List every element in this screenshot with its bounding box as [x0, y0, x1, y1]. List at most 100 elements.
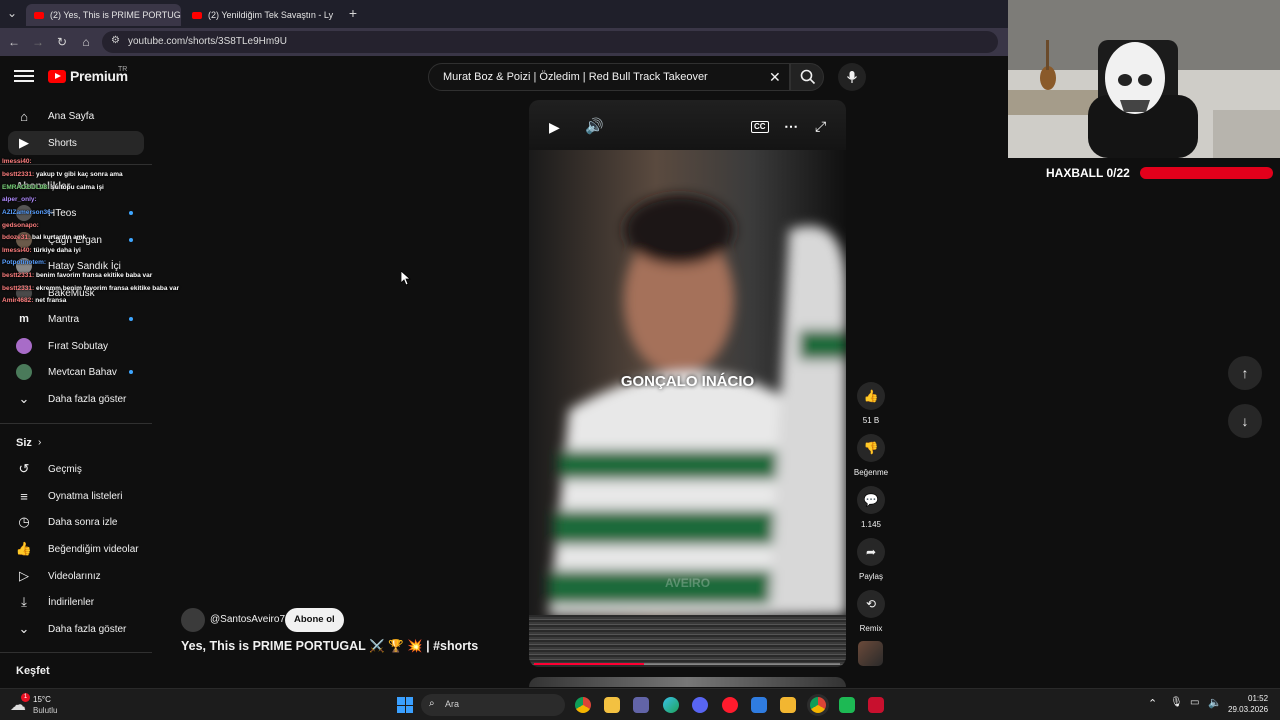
sidebar-item-your-videos[interactable]: ▷ Videolarınız [8, 564, 144, 588]
start-button[interactable] [397, 697, 413, 713]
sidebar-item-shorts[interactable]: ▶ Shorts [8, 131, 144, 155]
chevron-up-icon[interactable]: ⌃ [1148, 697, 1157, 710]
browser-tab[interactable]: (2) Yenildiğim Tek Savaştın - Ly ✕ [184, 4, 339, 26]
show-more-label: Daha fazla göster [48, 393, 127, 405]
chevron-right-icon: › [38, 437, 42, 448]
chat-line: Amir4682: net fransa [2, 297, 67, 304]
taskbar-search-input[interactable]: ⌕ Ara [421, 694, 565, 716]
microphone-icon[interactable]: 🎙 [1170, 697, 1183, 708]
youtube-app-icon[interactable] [868, 697, 884, 713]
sidebar-item-label: Mevtcan Bahav [48, 366, 117, 378]
previous-short-button[interactable]: ↑ [1228, 356, 1262, 390]
url-text: youtube.com/shorts/3S8TLe9Hm9U [128, 36, 287, 47]
youtube-premium-logo[interactable]: Premium TR [48, 66, 128, 84]
edge-icon[interactable] [663, 697, 679, 713]
avatar [16, 364, 32, 380]
show-more-button[interactable]: ⌄ Daha fazla göster [8, 617, 144, 641]
video-title: Yes, This is PRIME PORTUGAL ⚔️ 🏆 💥 | #sh… [181, 639, 479, 653]
sidebar-item-liked-videos[interactable]: 👍 Beğendiğim videolar [8, 537, 144, 561]
next-short-button[interactable]: ↓ [1228, 404, 1262, 438]
thumbs-up-icon: 👍 [15, 541, 33, 556]
comments-button[interactable]: 💬 [857, 486, 885, 514]
sidebar-item-label: Fırat Sobutay [48, 340, 109, 352]
sound-thumbnail[interactable] [858, 641, 883, 666]
search-input[interactable]: Murat Boz & Poizi | Özledim | Red Bull T… [428, 63, 790, 91]
home-icon: ⌂ [20, 108, 28, 124]
sidebar-item-label: İndirilenler [48, 596, 95, 608]
playlist-icon: ≡ [20, 488, 28, 504]
fullscreen-icon[interactable]: ⤢ [815, 119, 826, 133]
new-tab-icon[interactable]: + [345, 5, 361, 21]
store-icon[interactable] [604, 697, 620, 713]
sidebar-item-downloads[interactable]: ⤓ İndirilenler [8, 590, 144, 614]
download-icon: ⤓ [21, 594, 27, 609]
display-icon[interactable]: ▭ [1190, 697, 1199, 708]
file-explorer-icon[interactable] [780, 697, 796, 713]
tab-search-icon[interactable]: ⌄ [4, 5, 20, 21]
sidebar-item-history[interactable]: ↺ Geçmiş [8, 457, 144, 481]
forward-icon[interactable]: → [30, 34, 46, 50]
show-more-label: Daha fazla göster [48, 623, 127, 635]
chat-line: gedsonapo: [2, 222, 39, 229]
sidebar-item-label: Shorts [48, 137, 77, 149]
back-icon[interactable]: ← [6, 34, 22, 50]
reload-icon[interactable]: ↻ [54, 34, 70, 50]
sidebar-item-subscription[interactable]: Fırat Sobutay [8, 334, 144, 358]
chevron-down-icon: ⌄ [18, 391, 30, 406]
channel-name[interactable]: @SantosAveiro7 [210, 614, 285, 625]
volume-icon[interactable]: 🔊 [585, 119, 604, 134]
clock-time[interactable]: 01:52 [1248, 694, 1268, 703]
clear-search-icon[interactable]: ✕ [769, 69, 781, 86]
volume-icon[interactable]: 🔈 [1208, 696, 1222, 709]
show-more-button[interactable]: ⌄ Daha fazla göster [8, 387, 144, 411]
voice-search-button[interactable] [838, 63, 866, 91]
dislike-button[interactable]: 👎 [857, 434, 885, 462]
next-short-preview[interactable] [529, 677, 846, 687]
menu-icon[interactable] [14, 68, 34, 84]
discord-icon[interactable] [692, 697, 708, 713]
remix-icon: ⟲ [865, 597, 877, 611]
thumbs-up-icon: 👍 [863, 389, 879, 403]
video-frame[interactable]: GONÇALO INÁCIO AVEIRO [529, 150, 846, 615]
clock-date[interactable]: 29.03.2026 [1228, 705, 1268, 714]
channel-avatar[interactable] [181, 608, 205, 632]
chat-line: Potpotinotem: [2, 259, 47, 266]
captions-icon[interactable]: CC [751, 121, 769, 133]
you-header[interactable]: Siz [16, 437, 32, 449]
sidebar-item-subscription[interactable]: m Mantra [8, 307, 144, 331]
chat-line: lmessi40: [2, 158, 32, 165]
browser-tab-bar: ⌄ (2) Yes, This is PRIME PORTUGAL ✕ (2) … [0, 0, 1008, 28]
share-button[interactable]: ➦ [857, 538, 885, 566]
windows-logo-icon [397, 697, 405, 705]
opera-icon[interactable] [722, 697, 738, 713]
like-button[interactable]: 👍 [857, 382, 885, 410]
spotify-like-icon[interactable] [839, 697, 855, 713]
url-field[interactable]: ⚙ youtube.com/shorts/3S8TLe9Hm9U [102, 31, 998, 53]
site-info-icon[interactable]: ⚙ [111, 35, 120, 46]
tab-label: (2) Yenildiğim Tek Savaştın - Ly [208, 10, 334, 20]
sidebar-item-subscription[interactable]: Mevtcan Bahav [8, 360, 144, 384]
dislike-label: Beğenme [853, 468, 889, 477]
home-icon[interactable]: ⌂ [78, 34, 94, 50]
sidebar-item-playlists[interactable]: ≡ Oynatma listeleri [8, 484, 144, 508]
mail-icon[interactable] [751, 697, 767, 713]
subscribe-button[interactable]: Abone ol [285, 608, 344, 632]
more-options-icon[interactable]: ⋯ [784, 119, 798, 133]
new-content-dot [129, 370, 133, 374]
chat-line: bdoze31: bal kurtardın amk [2, 234, 87, 241]
browser-tab-active[interactable]: (2) Yes, This is PRIME PORTUGAL ✕ [26, 4, 181, 26]
play-icon[interactable]: ▶ [549, 120, 560, 134]
like-count: 51 B [862, 416, 880, 425]
explore-header: Keşfet [16, 665, 50, 677]
search-button[interactable] [790, 63, 824, 91]
chrome-icon[interactable] [575, 697, 591, 713]
chrome-active-icon[interactable] [810, 697, 826, 713]
comment-icon: 💬 [863, 493, 879, 507]
remix-button[interactable]: ⟲ [857, 590, 885, 618]
sidebar-item-label: Beğendiğim videolar [48, 543, 139, 555]
weather-widget[interactable]: ☁ 1 15°C Bulutlu [10, 693, 80, 717]
sidebar-item-home[interactable]: ⌂ Ana Sayfa [8, 104, 144, 128]
sidebar-item-watch-later[interactable]: ◷ Daha sonra izle [8, 510, 144, 534]
teams-icon[interactable] [633, 697, 649, 713]
chat-line: AZIZamerson36: [2, 209, 53, 216]
